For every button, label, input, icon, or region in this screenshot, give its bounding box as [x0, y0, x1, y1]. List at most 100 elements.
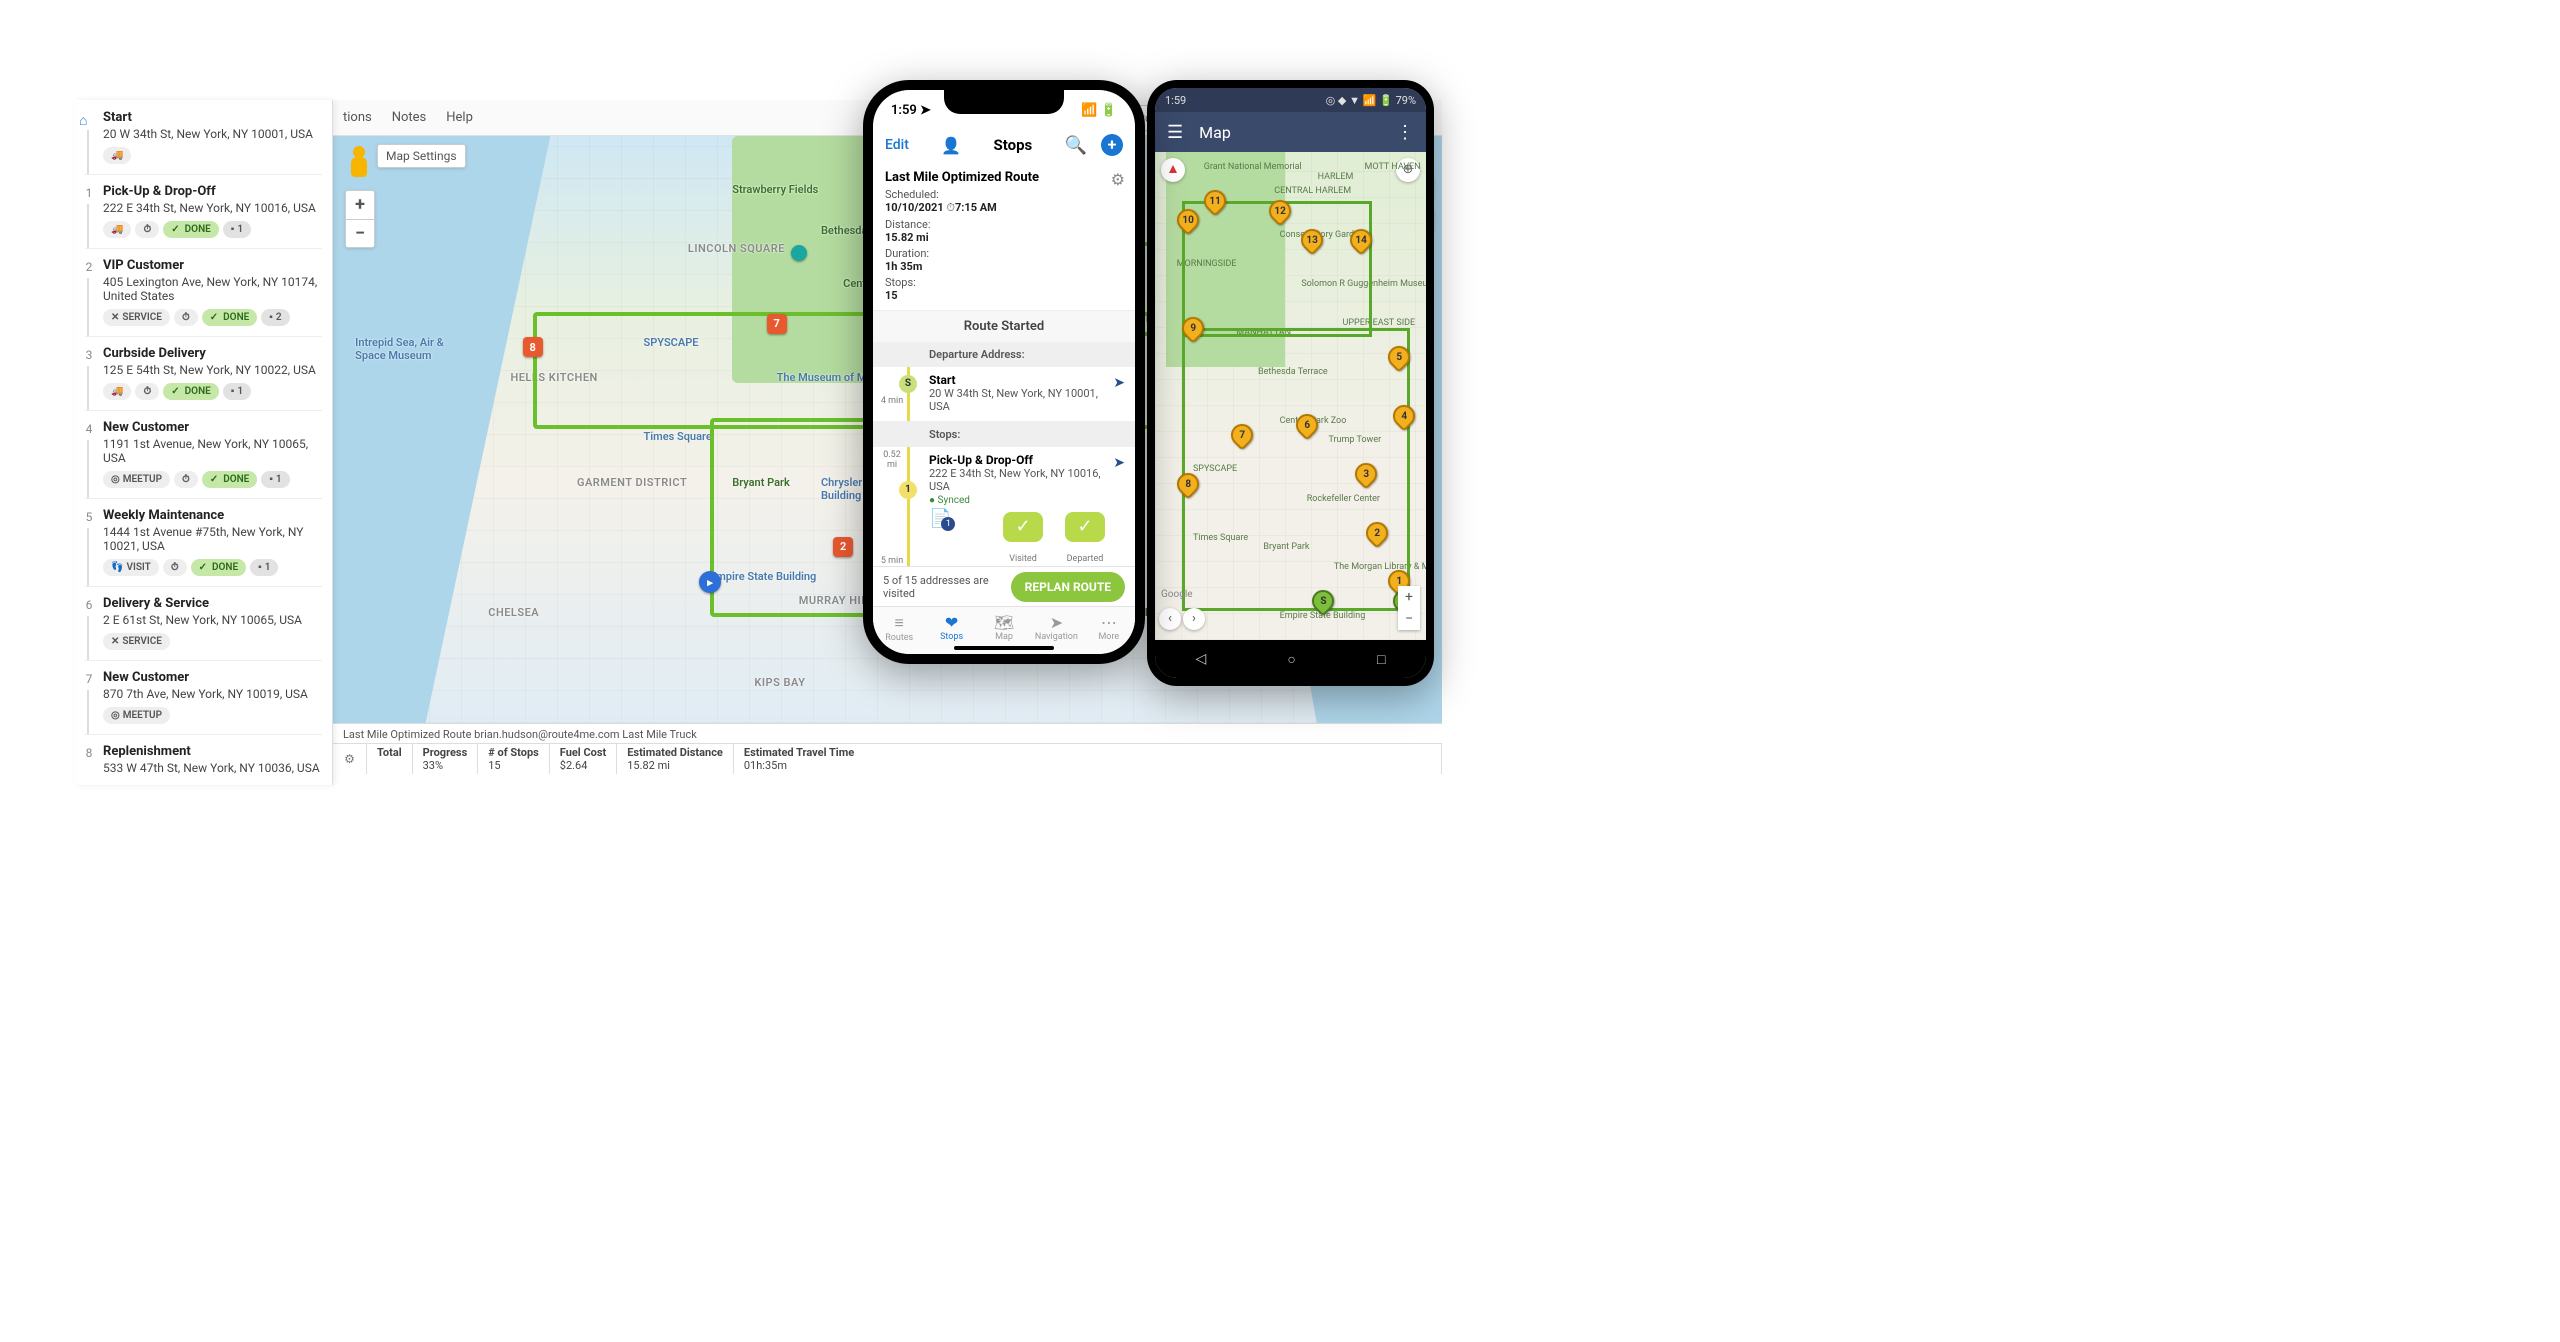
stop-1[interactable]: 0.52 mi1 Pick-Up & Drop-Off 222 E 34th S…: [873, 447, 1135, 571]
map-marker[interactable]: 2: [833, 537, 853, 557]
time-icon: ⏱: [174, 309, 198, 326]
gear-icon[interactable]: ⚙: [333, 744, 367, 774]
map-poi-marker: [791, 245, 807, 261]
truck-icon: 🚚: [103, 383, 131, 400]
add-button[interactable]: +: [1101, 134, 1123, 156]
stop-address: 20 W 34th St, New York, NY 10001, USA: [103, 127, 322, 141]
map-marker[interactable]: 7: [767, 314, 787, 334]
truck-icon: 🚚: [103, 147, 131, 164]
zoom-in-button[interactable]: +: [346, 191, 374, 219]
stop-3[interactable]: 3Curbside Delivery125 E 54th St, New Yor…: [75, 336, 332, 410]
col-progress: Progress33%: [413, 744, 479, 774]
route-title: Last Mile Optimized Route brian.hudson@r…: [333, 724, 1442, 741]
map-label: Strawberry Fields: [732, 183, 818, 196]
stop-address: 222 E 34th St, New York, NY 10016, USA: [929, 467, 1105, 493]
zoom-in-button[interactable]: +: [1398, 586, 1420, 608]
map-label: Times Square: [644, 430, 712, 443]
next-icon[interactable]: ›: [1183, 608, 1205, 630]
time-icon: ⏱: [174, 471, 198, 488]
stop-number: 2: [81, 260, 97, 274]
done-badge: DONE: [202, 471, 258, 488]
zoom-control[interactable]: +−: [1398, 586, 1420, 630]
prev-icon[interactable]: ‹: [1159, 608, 1181, 630]
home-button[interactable]: ○: [1287, 651, 1295, 668]
time-icon: ⏱: [163, 559, 187, 576]
edit-button[interactable]: Edit: [885, 137, 909, 153]
stop-title: Pick-Up & Drop-Off: [103, 184, 322, 199]
zoom-control[interactable]: +−: [345, 190, 375, 248]
stop-title: New Customer: [103, 420, 322, 435]
synced-label: Synced: [929, 495, 1105, 506]
map-nav-arrows[interactable]: ‹›: [1159, 608, 1205, 630]
stop-title: Curbside Delivery: [103, 346, 322, 361]
tab-more[interactable]: ⋯More: [1083, 607, 1135, 654]
gear-icon[interactable]: ⚙: [1111, 170, 1125, 189]
stop-2[interactable]: 2VIP Customer405 Lexington Ave, New York…: [75, 248, 332, 336]
zoom-out-button[interactable]: −: [346, 219, 374, 247]
recents-button[interactable]: □: [1377, 651, 1385, 668]
stop-start[interactable]: S4 min Start 20 W 34th St, New York, NY …: [873, 367, 1135, 422]
stop-address: 1191 1st Avenue, New York, NY 10065, USA: [103, 437, 322, 465]
total-label: Total: [367, 744, 413, 774]
menu-item[interactable]: Help: [446, 110, 473, 125]
stop-1[interactable]: 1 Pick-Up & Drop-Off 222 E 34th St, New Yo…: [75, 174, 332, 248]
screen-title: Stops: [993, 136, 1032, 154]
stop-title: Replenishment: [103, 744, 322, 759]
done-badge: DONE: [163, 383, 219, 400]
note-count: ▪ 1: [223, 221, 251, 238]
meetup-badge: ◎ MEETUP: [103, 707, 170, 724]
stop-4[interactable]: 4New Customer1191 1st Avenue, New York, …: [75, 410, 332, 498]
replan-route-button[interactable]: REPLAN ROUTE: [1011, 572, 1125, 602]
departed-button[interactable]: ✓: [1065, 512, 1105, 542]
stop-title: Weekly Maintenance: [103, 508, 322, 523]
stop-8[interactable]: 8Replenishment533 W 47th St, New York, N…: [75, 734, 332, 785]
stop-6[interactable]: 6Delivery & Service2 E 61st St, New York…: [75, 586, 332, 660]
app-header: ☰ Map ⋮: [1155, 112, 1426, 152]
menu-item[interactable]: tions: [343, 110, 372, 125]
map-marker[interactable]: 8: [523, 337, 543, 357]
stop-5[interactable]: 5Weekly Maintenance1444 1st Avenue #75th…: [75, 498, 332, 586]
stop-address: 1444 1st Avenue #75th, New York, NY 1002…: [103, 525, 322, 553]
menu-icon[interactable]: ☰: [1167, 122, 1183, 143]
col-fuel: Fuel Cost$2.64: [550, 744, 617, 774]
driver-icon[interactable]: 👤: [941, 136, 961, 155]
android-map[interactable]: ⊕ Grant National Memorial HARLEM CENTRAL…: [1155, 152, 1426, 640]
route-summary-footer: Last Mile Optimized Route brian.hudson@r…: [333, 723, 1442, 775]
tab-routes[interactable]: ≡Routes: [873, 607, 925, 654]
map-start-marker[interactable]: ▸: [699, 571, 721, 593]
stops-header: Stops:: [873, 422, 1135, 447]
iphone-mockup: 1:59 ➤📶 🔋 Edit 👤 Stops 🔍+ ⚙ Last Mile Op…: [863, 80, 1145, 664]
stop-address: 2 E 61st St, New York, NY 10065, USA: [103, 613, 322, 627]
map-label: LINCOLN SQUARE: [688, 242, 785, 255]
map-label: Intrepid Sea, Air & Space Museum: [355, 336, 445, 362]
navigate-icon[interactable]: ➤: [1113, 375, 1125, 391]
stop-address: 125 E 54th St, New York, NY 10022, USA: [103, 363, 322, 377]
map-label: CHELSEA: [488, 606, 539, 619]
menu-item[interactable]: Notes: [392, 110, 427, 125]
visited-button[interactable]: ✓: [1003, 512, 1043, 542]
stops-sidebar[interactable]: ⌂Start20 W 34th St, New York, NY 10001, …: [75, 100, 333, 785]
screen-title: Map: [1199, 123, 1231, 142]
document-icon[interactable]: 📄1: [929, 508, 951, 529]
note-count: ▪ 1: [261, 471, 289, 488]
meetup-badge: ◎ MEETUP: [103, 471, 170, 488]
stop-address: 222 E 34th St, New York, NY 10016, USA: [103, 201, 322, 215]
search-icon[interactable]: 🔍: [1065, 135, 1087, 156]
map-settings-button[interactable]: Map Settings: [377, 144, 466, 168]
stop-number: 1: [81, 186, 97, 200]
compass-icon[interactable]: [1161, 158, 1185, 182]
pegman-icon[interactable]: [349, 146, 369, 180]
truck-icon: 🚚: [103, 221, 131, 238]
visited-count: 5 of 15 addresses are visited: [883, 574, 1003, 600]
zoom-out-button[interactable]: −: [1398, 608, 1420, 630]
time-icon: ⏱: [135, 383, 159, 400]
bottom-action-bar: 5 of 15 addresses are visited REPLAN ROU…: [873, 566, 1135, 606]
stop-start[interactable]: ⌂Start20 W 34th St, New York, NY 10001, …: [75, 100, 332, 174]
stop-7[interactable]: 7New Customer870 7th Ave, New York, NY 1…: [75, 660, 332, 734]
stop-title: Pick-Up & Drop-Off: [929, 453, 1105, 467]
overflow-icon[interactable]: ⋮: [1396, 122, 1414, 143]
col-travel-time: Estimated Travel Time01h:35m: [734, 744, 1442, 774]
route-name: Last Mile Optimized Route: [885, 170, 1123, 185]
back-button[interactable]: ◁: [1196, 651, 1207, 667]
navigate-icon[interactable]: ➤: [1113, 455, 1125, 471]
